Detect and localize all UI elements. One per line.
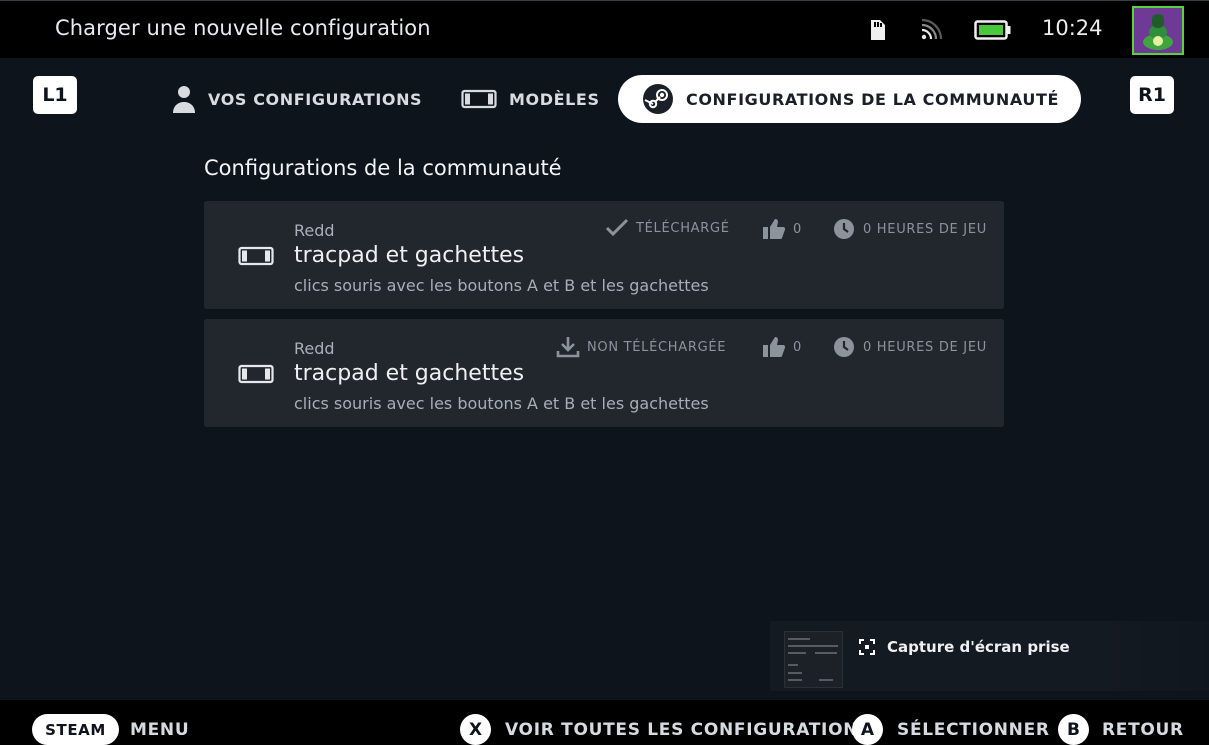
screenshot-icon: [859, 639, 875, 659]
config-author: Redd: [294, 339, 335, 358]
tab-configurations-communaute[interactable]: CONFIGURATIONS DE LA COMMUNAUTÉ: [618, 75, 1081, 123]
playtime-value: 0 HEURES DE JEU: [863, 221, 987, 237]
person-icon: [172, 84, 196, 114]
screenshot-toast[interactable]: Capture d'écran prise: [770, 621, 1209, 691]
playtime-value: 0 HEURES DE JEU: [863, 339, 987, 355]
config-author: Redd: [294, 221, 335, 240]
download-status: NON TÉLÉCHARGÉE: [556, 336, 726, 358]
page-title: Charger une nouvelle configuration: [55, 16, 431, 40]
download-status-label: NON TÉLÉCHARGÉE: [587, 339, 727, 355]
config-description: clics souris avec les boutons A et B et …: [294, 394, 709, 413]
config-card[interactable]: Redd tracpad et gachettes clics souris a…: [204, 319, 1004, 427]
view-all-configs-label: VOIR TOUTES LES CONFIGURATIONS: [505, 720, 872, 740]
checkmark-icon: [605, 218, 629, 237]
steam-button[interactable]: STEAM: [32, 714, 119, 745]
likes-count: 0: [762, 336, 802, 358]
clock-icon: [834, 219, 854, 239]
config-name: tracpad et gachettes: [294, 361, 525, 386]
config-description: clics souris avec les boutons A et B et …: [294, 276, 709, 295]
clock-icon: [834, 337, 854, 357]
download-status-label: TÉLÉCHARGÉ: [636, 220, 730, 236]
back-label: RETOUR: [1102, 720, 1184, 740]
bottom-bar: STEAM MENU X VOIR TOUTES LES CONFIGURATI…: [0, 700, 1209, 745]
toast-message: Capture d'écran prise: [887, 638, 1070, 656]
config-name: tracpad et gachettes: [294, 243, 525, 268]
x-button[interactable]: X: [460, 714, 491, 745]
tab-label: VOS CONFIGURATIONS: [208, 89, 423, 109]
steam-logo-icon: [642, 83, 674, 115]
download-icon: [556, 337, 580, 358]
screenshot-thumbnail: [784, 631, 843, 688]
menu-label: MENU: [130, 720, 190, 740]
r1-bumper-button[interactable]: R1: [1130, 76, 1174, 114]
thumbs-up-icon: [763, 219, 786, 239]
section-title: Configurations de la communauté: [204, 156, 562, 180]
b-button[interactable]: B: [1058, 714, 1089, 745]
config-card[interactable]: Redd tracpad et gachettes clics souris a…: [204, 201, 1004, 309]
playtime: 0 HEURES DE JEU: [832, 218, 987, 240]
tab-label: MODÈLES: [509, 89, 600, 109]
likes-value: 0: [793, 221, 802, 237]
clock: 10:24: [1042, 16, 1103, 40]
battery-icon: [974, 1, 1012, 59]
download-status: TÉLÉCHARGÉ: [605, 218, 730, 238]
select-label: SÉLECTIONNER: [897, 720, 1050, 740]
playtime: 0 HEURES DE JEU: [832, 336, 987, 358]
likes-count: 0: [762, 218, 802, 240]
thumbs-up-icon: [763, 337, 786, 357]
likes-value: 0: [793, 339, 802, 355]
l1-bumper-button[interactable]: L1: [33, 76, 77, 114]
tab-vos-configurations[interactable]: VOS CONFIGURATIONS: [172, 75, 422, 123]
sd-card-icon: [865, 1, 889, 59]
tab-modeles[interactable]: MODÈLES: [461, 75, 600, 123]
avatar[interactable]: [1132, 6, 1184, 55]
top-bar: Charger une nouvelle configuration 10:24: [0, 0, 1209, 58]
a-button[interactable]: A: [852, 714, 883, 745]
tab-label: CONFIGURATIONS DE LA COMMUNAUTÉ: [686, 89, 1059, 109]
wifi-icon: [919, 1, 943, 59]
controller-icon: [238, 246, 274, 270]
controller-icon: [461, 89, 497, 109]
controller-icon: [238, 364, 274, 388]
